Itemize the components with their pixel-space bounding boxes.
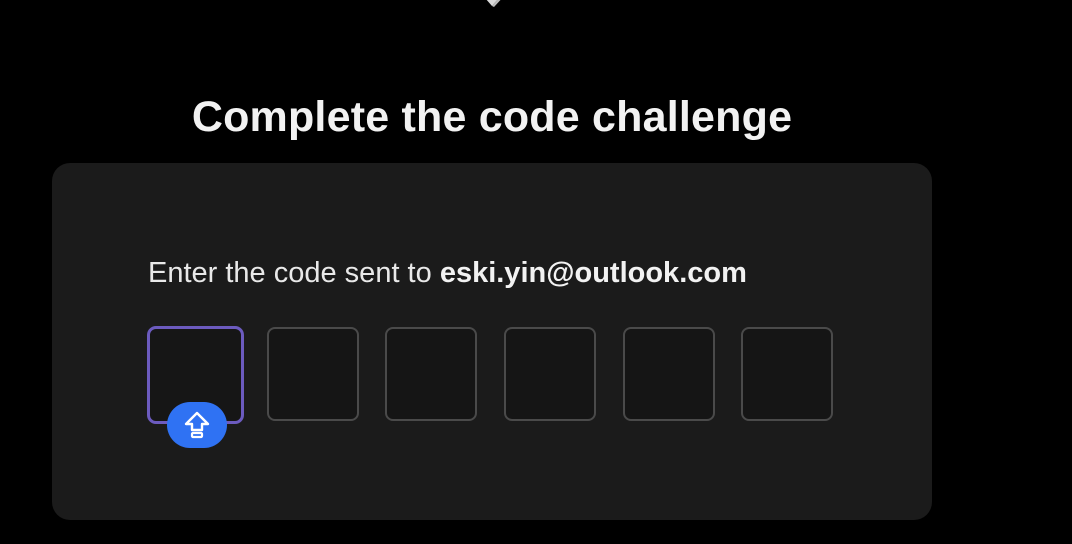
code-prompt: Enter the code sent to eski.yin@outlook.… [148,255,747,291]
caps-lock-indicator [167,402,227,448]
logo-icon [486,0,501,7]
code-challenge-card: Enter the code sent to eski.yin@outlook.… [52,163,932,520]
code-digit-2[interactable] [267,327,359,421]
code-digit-4[interactable] [504,327,596,421]
page: Complete the code challenge Enter the co… [0,0,1072,544]
prompt-text: Enter the code sent to [148,257,440,289]
code-digit-5[interactable] [623,327,715,421]
code-digit-6[interactable] [741,327,833,421]
email-address: eski.yin@outlook.com [439,257,747,289]
page-title: Complete the code challenge [191,92,793,141]
caps-lock-icon [184,411,210,439]
code-digit-3[interactable] [385,327,477,421]
